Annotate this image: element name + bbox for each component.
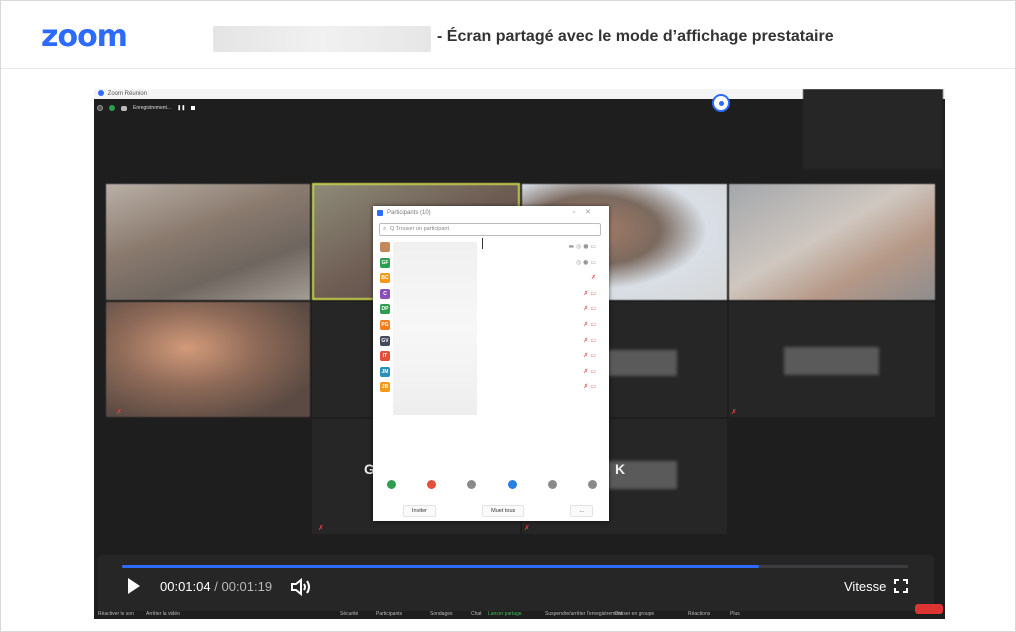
participant-avatar: DP xyxy=(380,304,390,315)
participant-status-icons: ✗ ▭ xyxy=(583,383,596,391)
playback-control-bar: 00:01:04 / 00:01:19 Vitesse xyxy=(98,555,934,611)
volume-icon[interactable] xyxy=(290,578,314,596)
toolbar-item[interactable]: Réactiver le son xyxy=(98,611,134,617)
header: zoom - Écran partagé avec le mode d’affi… xyxy=(1,1,1015,69)
time-display: 00:01:04 / 00:01:19 xyxy=(160,579,272,594)
participant-avatar: JB xyxy=(380,382,390,393)
participant-status-icons: ▬ ◎ ● ▭ xyxy=(568,243,596,250)
reaction-slower-icon[interactable] xyxy=(467,480,477,489)
redacted-participant-names xyxy=(393,242,477,415)
fullscreen-icon[interactable] xyxy=(893,578,909,594)
zoom-logo[interactable]: zoom xyxy=(41,19,128,54)
participant-avatar xyxy=(380,242,390,252)
pause-icon: ❚❚ xyxy=(177,105,186,111)
reaction-no-icon[interactable] xyxy=(427,480,437,489)
participant-status-icons: ✗ ▭ xyxy=(583,320,596,328)
mute-all-button[interactable]: Muet tous xyxy=(482,505,525,517)
video-player[interactable]: Zoom Réunion Enregistrement... ❚❚ G K ✗ … xyxy=(94,89,945,619)
participant-avatar: C xyxy=(380,288,390,299)
participant-avatar: GF xyxy=(380,257,390,268)
total-time: 00:01:19 xyxy=(221,579,273,594)
muted-mic-icon: ✗ xyxy=(524,524,530,532)
toolbar-item[interactable]: Plus xyxy=(730,611,740,617)
reaction-faster-icon[interactable] xyxy=(507,480,517,489)
participant-avatar: PG xyxy=(380,319,390,330)
recording-label: Enregistrement... xyxy=(133,105,172,111)
toolbar-item[interactable]: Diviser en groupe xyxy=(615,611,654,617)
toolbar-item[interactable]: Chat xyxy=(471,611,482,617)
meeting-status-bar: Enregistrement... ❚❚ xyxy=(97,103,196,113)
participant-status-icons: ✗ ▭ xyxy=(583,305,596,313)
toolbar-item[interactable]: Lancer partage xyxy=(488,611,522,617)
participant-tile xyxy=(729,302,935,417)
zoom-window-title: Zoom Réunion xyxy=(107,91,148,97)
muted-mic-icon: ✗ xyxy=(116,408,122,416)
toolbar-item[interactable]: Suspendre/arrêter l’enregistrement xyxy=(545,611,622,617)
play-icon[interactable] xyxy=(128,578,140,594)
toolbar-item[interactable]: Participants xyxy=(376,611,402,617)
toolbar-item[interactable]: Sécurité xyxy=(340,611,358,617)
stop-icon xyxy=(191,106,196,110)
participant-initial: K xyxy=(615,461,626,477)
participant-avatar: GV xyxy=(380,335,390,346)
playback-controls: 00:01:04 / 00:01:19 Vitesse Réactiver le… xyxy=(94,555,945,619)
participants-panel-title: Participants (10) xyxy=(387,210,431,216)
info-icon xyxy=(97,105,103,111)
time-separator: / xyxy=(214,579,218,594)
end-meeting-button[interactable] xyxy=(915,604,943,614)
current-time: 00:01:04 xyxy=(160,579,211,594)
participant-avatar: JM xyxy=(380,366,390,377)
redacted-name xyxy=(607,350,677,376)
participant-search-input[interactable]: Q Trouver un participant xyxy=(379,223,601,236)
participant-video-tile xyxy=(106,302,310,417)
participant-avatar: IT xyxy=(380,351,390,362)
participant-status-icons: ✗ ▭ xyxy=(583,367,596,375)
zoom-meeting-toolbar: Réactiver le son Arrêter la vidéo Sécurité… xyxy=(94,611,945,619)
zoom-app-icon xyxy=(98,90,104,97)
reaction-yes-icon[interactable] xyxy=(387,480,396,489)
mouse-cursor-icon xyxy=(482,238,489,249)
toolbar-item[interactable]: Sondages xyxy=(430,611,453,617)
page-title: - Écran partagé avec le mode d’affichage… xyxy=(437,28,834,45)
nonverbal-reactions xyxy=(387,480,597,489)
more-options-button[interactable]: ... xyxy=(570,505,593,517)
reaction-clear-icon[interactable] xyxy=(587,480,597,489)
cloud-icon xyxy=(121,105,127,111)
muted-mic-icon: ✗ xyxy=(731,408,737,416)
self-view-video xyxy=(803,89,943,169)
participant-status-icons: ✗ xyxy=(590,274,596,282)
panel-action-bar: Inviter Muet tous ... xyxy=(403,505,593,517)
reaction-more-icon[interactable] xyxy=(547,480,557,489)
participant-status-icons: ✗ ▭ xyxy=(583,336,596,344)
participants-panel: Participants (10) ▫✕ Q Trouver un partic… xyxy=(373,206,609,521)
redacted-name xyxy=(784,347,879,375)
zoom-app-icon xyxy=(377,210,383,216)
shield-icon xyxy=(109,105,115,111)
participant-video-tile xyxy=(729,184,935,300)
participant-status-icons: ◎ ● ▭ xyxy=(576,258,596,266)
toolbar-item[interactable]: Arrêter la vidéo xyxy=(146,611,180,617)
speed-button[interactable]: Vitesse xyxy=(844,579,886,594)
progress-bar[interactable] xyxy=(122,565,908,568)
toolbar-item[interactable]: Réactions xyxy=(688,611,710,617)
participant-video-tile xyxy=(106,184,310,300)
screen-share-icon[interactable] xyxy=(712,94,730,112)
redacted-presenter-name xyxy=(213,26,431,52)
invite-button[interactable]: Inviter xyxy=(403,505,436,517)
muted-mic-icon: ✗ xyxy=(318,524,324,532)
progress-fill xyxy=(122,565,759,568)
participant-avatar: BC xyxy=(380,273,390,284)
participant-status-icons: ✗ ▭ xyxy=(583,352,596,360)
page: zoom - Écran partagé avec le mode d’affi… xyxy=(0,0,1016,632)
window-controls[interactable]: ▫✕ xyxy=(573,208,601,216)
participant-status-icons: ✗ ▭ xyxy=(583,289,596,297)
